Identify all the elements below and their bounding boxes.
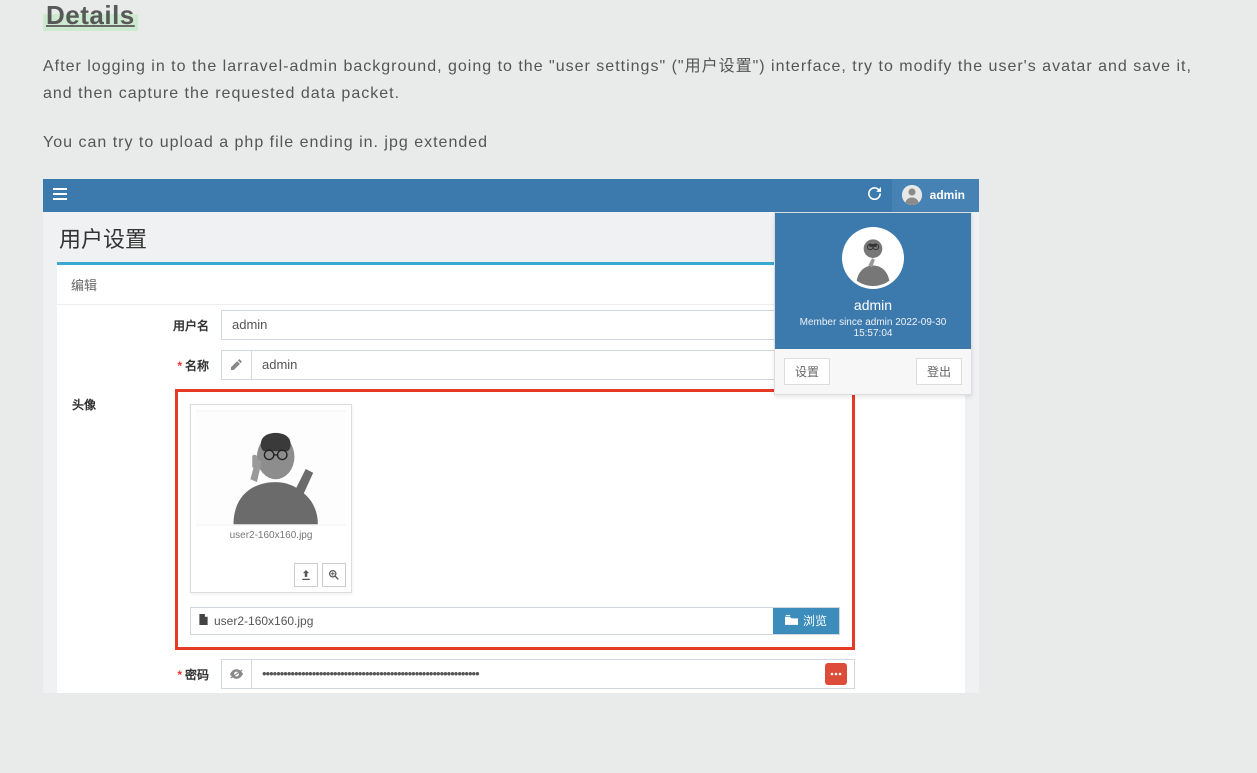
input-username[interactable]	[221, 310, 855, 340]
zoom-icon[interactable]	[322, 563, 346, 587]
avatar-large	[842, 227, 904, 289]
folder-icon	[785, 614, 798, 628]
file-input-bar: user2-160x160.jpg 浏览	[190, 607, 840, 635]
label-username: 用户名	[57, 310, 221, 334]
settings-button[interactable]: 设置	[784, 358, 830, 385]
topbar-user-chip[interactable]: admin	[892, 179, 979, 212]
admin-screenshot: admin admin Member since admin 2022-09-3…	[43, 179, 979, 693]
avatar-tiny	[902, 185, 922, 205]
logout-button[interactable]: 登出	[916, 358, 962, 385]
details-para-2: You can try to upload a php file ending …	[43, 129, 1214, 156]
details-heading: Details	[43, 0, 138, 31]
label-name: *名称	[57, 350, 221, 374]
hamburger-icon[interactable]	[43, 187, 77, 203]
topbar: admin	[43, 179, 979, 212]
file-selected-name: user2-160x160.jpg	[214, 614, 313, 628]
label-password: *密码	[57, 659, 221, 683]
avatar-filename: user2-160x160.jpg	[196, 526, 346, 543]
avatar-thumbnail-card: user2-160x160.jpg	[190, 404, 352, 593]
pencil-icon	[221, 350, 251, 380]
password-strength-badge	[825, 663, 847, 685]
avatar-thumbnail	[196, 410, 346, 526]
avatar-section: 头像	[175, 389, 855, 650]
eye-off-icon[interactable]	[221, 659, 251, 689]
dropdown-username: admin	[785, 297, 961, 313]
file-icon	[199, 614, 208, 628]
topbar-username: admin	[930, 188, 965, 202]
refresh-icon[interactable]	[858, 187, 892, 203]
details-para-1: After logging in to the larravel-admin b…	[43, 53, 1214, 107]
label-avatar: 头像	[72, 396, 96, 413]
browse-button[interactable]: 浏览	[773, 608, 839, 634]
input-password[interactable]	[251, 659, 855, 689]
upload-icon[interactable]	[294, 563, 318, 587]
dropdown-membersince: Member since admin 2022-09-30 15:57:04	[785, 317, 961, 339]
input-name[interactable]	[251, 350, 855, 380]
user-dropdown: admin Member since admin 2022-09-30 15:5…	[774, 212, 972, 395]
